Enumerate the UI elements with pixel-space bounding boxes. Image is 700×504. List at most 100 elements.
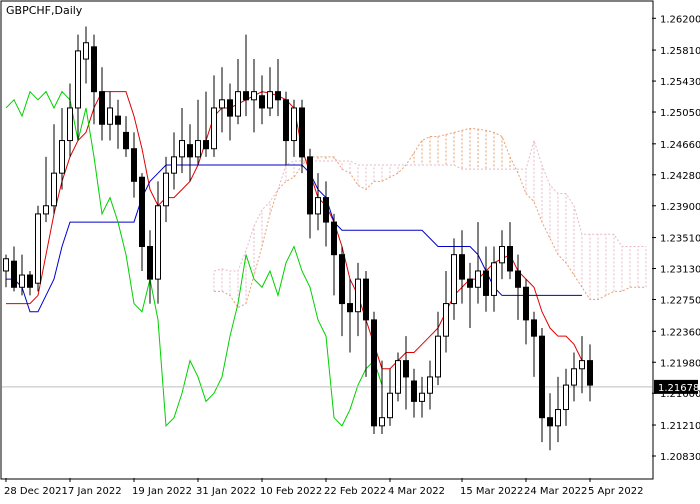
candle-body [459, 254, 465, 280]
candle-body [403, 360, 409, 378]
candle-body [427, 376, 433, 394]
candle-body [187, 144, 193, 158]
candle-body [435, 335, 441, 378]
x-tick-label: 19 Jan 2022 [132, 486, 192, 497]
y-tick-label: 1.21980 [660, 358, 700, 369]
price-tag-label: 1.21678 [658, 383, 699, 394]
candle-body [267, 91, 273, 109]
x-tick-label: 24 Mar 2022 [524, 486, 587, 497]
candle-body [219, 99, 225, 109]
y-tick-label: 1.22750 [660, 296, 700, 307]
candle-body [99, 91, 105, 125]
candle-body [547, 417, 553, 427]
x-tick-label: 5 Apr 2022 [588, 486, 643, 497]
candle-body [123, 131, 129, 150]
candle-body [227, 99, 233, 117]
y-tick-label: 1.25430 [660, 77, 700, 88]
candle-body [243, 91, 249, 101]
candle-body [171, 156, 177, 174]
x-tick-label: 4 Mar 2022 [388, 486, 445, 497]
y-tick-label: 1.25810 [660, 46, 700, 57]
candle-body [451, 254, 457, 305]
candlestick-chart: GBPCHF,Daily 1.26200 1.25810 1.25430 1.2505… [0, 0, 700, 500]
candle-body [35, 213, 41, 284]
candle-body [387, 392, 393, 419]
y-tick-label: 1.22360 [660, 327, 700, 338]
candle-body [355, 278, 361, 313]
candle-body [51, 172, 57, 207]
candle-body [363, 278, 369, 321]
candle-body [523, 286, 529, 321]
candle-body [259, 95, 265, 109]
candle-body [419, 392, 425, 402]
candle-body [67, 107, 73, 142]
x-tick-label: 28 Dec 2021 [4, 486, 68, 497]
y-axis-labels: 1.26200 1.25810 1.25430 1.25050 1.24660 1.242… [652, 14, 700, 463]
candle-body [539, 335, 545, 419]
candle-body [531, 319, 537, 337]
candle [35, 205, 41, 292]
y-tick-label: 1.20830 [660, 452, 700, 463]
candle-body [75, 50, 81, 109]
y-tick-label: 1.23130 [660, 265, 700, 276]
candle-body [283, 99, 289, 142]
candle-body [91, 46, 97, 93]
x-tick-label: 10 Feb 2022 [260, 486, 322, 497]
candle-body [275, 91, 281, 101]
x-tick-label: 7 Jan 2022 [68, 486, 122, 497]
candle-body [515, 270, 521, 288]
candle-body [379, 417, 385, 427]
y-tick-label: 1.24280 [660, 171, 700, 182]
candle-body [147, 246, 153, 280]
candle-body [467, 278, 473, 288]
candle-body [475, 270, 481, 288]
y-tick-label: 1.24660 [660, 140, 700, 151]
candle-body [307, 156, 313, 215]
y-tick-label: 1.21210 [660, 421, 700, 432]
candle-body [139, 176, 145, 248]
candle-body [27, 274, 33, 288]
y-tick-label: 1.25050 [660, 108, 700, 119]
current-price-tag: 1.21678 [654, 379, 699, 394]
x-tick-label: 22 Feb 2022 [324, 486, 386, 497]
candle-body [251, 91, 257, 101]
candle-body [491, 262, 497, 296]
candle-body [499, 246, 505, 264]
candle-body [571, 368, 577, 386]
candle-body [483, 270, 489, 296]
candle-body [19, 274, 25, 288]
candle-body [411, 380, 417, 402]
candle-body [299, 107, 305, 158]
candle-body [43, 205, 49, 215]
candle-body [555, 409, 561, 427]
y-tick-label: 1.26200 [660, 14, 700, 25]
candle-body [331, 221, 337, 256]
candle-body [163, 172, 169, 207]
candle-body [107, 107, 113, 125]
candle [371, 311, 377, 434]
x-tick-label: 31 Jan 2022 [196, 486, 256, 497]
candle-body [347, 303, 353, 313]
candle-body [563, 384, 569, 411]
candle-body [235, 91, 241, 117]
candle-body [395, 360, 401, 394]
candle-body [83, 42, 89, 60]
candle-body [179, 140, 185, 158]
candle-body [211, 107, 217, 150]
candle-body [579, 360, 585, 370]
y-tick-label: 1.23510 [660, 234, 700, 245]
candle-body [507, 246, 513, 272]
candle-body [195, 140, 201, 158]
candle-body [115, 115, 121, 125]
candle-body [443, 303, 449, 337]
candle-body [203, 140, 209, 150]
candle-body [371, 319, 377, 427]
chart-title: GBPCHF,Daily [6, 4, 83, 17]
candle-body [339, 254, 345, 305]
candle-body [587, 360, 593, 386]
candle-body [59, 140, 65, 174]
chart-area: GBPCHF,Daily 1.26200 1.25810 1.25430 1.2505… [0, 0, 700, 500]
candle-body [315, 197, 321, 215]
candle-body [323, 197, 329, 223]
candle-body [3, 258, 9, 272]
